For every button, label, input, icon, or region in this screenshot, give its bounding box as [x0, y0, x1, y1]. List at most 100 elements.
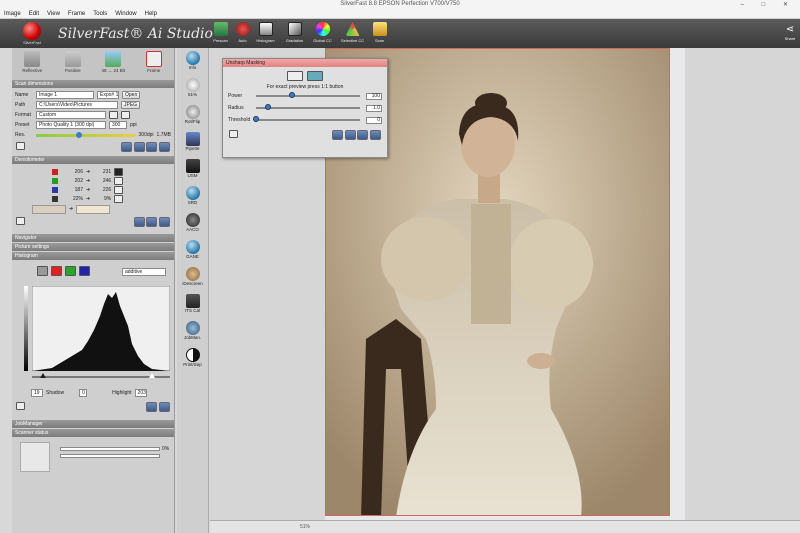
tool-info[interactable]: Info [177, 51, 208, 75]
highlight-field[interactable]: 203 [134, 389, 147, 397]
rotate-icon [185, 105, 200, 119]
menu-edit[interactable]: Edit [25, 9, 43, 17]
tool-idescreen[interactable]: iDescreen [177, 267, 208, 291]
histogram-graph[interactable] [32, 286, 170, 371]
gradation-button[interactable]: Gradation [283, 22, 306, 43]
resolution-slider[interactable] [36, 131, 136, 138]
threshold-value[interactable]: 0 [366, 116, 382, 124]
menu-image[interactable]: Image [0, 9, 25, 17]
channel-blue-button[interactable] [79, 266, 90, 276]
mode-frame[interactable]: Frame [137, 51, 171, 80]
dpi-field[interactable]: 300 [109, 121, 127, 129]
channel-buttons [37, 266, 90, 276]
threshold-slider[interactable] [253, 116, 360, 122]
share-button[interactable]: ⋖ Share [784, 24, 796, 41]
gane-icon [185, 240, 200, 254]
channel-red-button[interactable] [51, 266, 62, 276]
preview-split-button[interactable] [307, 71, 323, 81]
power-value[interactable]: 100 [366, 92, 382, 100]
expose-field[interactable]: Expo# 1 [97, 91, 119, 99]
selective-cc-button[interactable]: Selective CC [341, 22, 364, 43]
jobmanager-header[interactable]: JobManager [12, 420, 174, 428]
picture-settings-header[interactable]: Picture settings [12, 243, 174, 251]
tool-zoom[interactable]: 51% [177, 78, 208, 102]
name-field[interactable]: Image 1 [36, 91, 94, 99]
window-controls[interactable]: – □ ✕ [741, 1, 796, 8]
refresh-icon[interactable] [159, 142, 170, 152]
tool-gane[interactable]: GANE [177, 240, 208, 264]
reset-icon[interactable] [146, 142, 158, 152]
pipette-icon[interactable] [114, 185, 124, 194]
histogram-reset-icon[interactable] [159, 402, 170, 412]
menu-window[interactable]: Window [111, 9, 140, 17]
power-knob[interactable] [289, 92, 296, 98]
tool-printsep[interactable]: Print/Sep [177, 348, 208, 372]
scanner-status-header[interactable]: Scanner status [12, 429, 174, 437]
menu-frame[interactable]: Frame [64, 9, 89, 17]
preview-single-button[interactable] [287, 71, 303, 81]
usm-header[interactable]: Unsharp Masking [223, 59, 387, 67]
histogram-header[interactable]: Histogram [12, 252, 174, 260]
highlight-handle[interactable] [149, 373, 155, 378]
copy-icon[interactable] [120, 142, 132, 152]
tool-usm[interactable]: USM [177, 159, 208, 183]
channel-green-button[interactable] [65, 266, 76, 276]
tool-rotflip[interactable]: Rot/Flip [177, 105, 208, 129]
tool-srd[interactable]: SRD [177, 186, 208, 210]
auto-button[interactable]: Auto [231, 22, 254, 43]
format-select[interactable]: Custom [36, 111, 106, 119]
gear-icon[interactable] [133, 142, 145, 152]
shadow-handle[interactable] [40, 373, 46, 378]
usm-save-icon[interactable] [229, 130, 238, 138]
path-field[interactable]: C:\Users\Video\Pictures [36, 101, 118, 109]
usm-copy-icon[interactable] [331, 130, 343, 140]
usm-reset-icon[interactable] [370, 130, 381, 140]
power-slider[interactable] [256, 92, 360, 98]
prescan-button[interactable]: Prescan [209, 22, 232, 43]
scan-dimensions-header[interactable]: Scan dimensions [12, 80, 174, 88]
neutral-icon[interactable] [114, 194, 124, 203]
densitometer-reset-icon[interactable] [159, 217, 170, 227]
histogram-button[interactable]: Histogram [254, 22, 277, 43]
mode-reflective[interactable]: Reflective [15, 51, 49, 80]
tool-aaco[interactable]: AACO [177, 213, 208, 237]
menu-view[interactable]: View [43, 9, 64, 17]
densitometer-copy-icon[interactable] [133, 217, 145, 227]
radius-knob[interactable] [265, 104, 272, 110]
black-point-icon[interactable] [114, 167, 124, 176]
channel-rgb-button[interactable] [37, 266, 48, 276]
tool-pipette[interactable]: Pipette [177, 132, 208, 156]
histogram-copy-icon[interactable] [146, 402, 158, 412]
histogram-mode-select[interactable]: additive [122, 268, 166, 276]
radius-value[interactable]: 1.0 [366, 104, 382, 112]
lock-icon[interactable] [109, 111, 118, 119]
menu-tools[interactable]: Tools [89, 9, 111, 17]
histogram-input-slider[interactable] [32, 373, 170, 378]
radius-slider[interactable] [256, 104, 360, 110]
global-cc-button[interactable]: Global CC [311, 22, 334, 43]
mode-bit-depth[interactable]: 48 → 24 Bit [96, 51, 130, 80]
usm-print-icon[interactable] [344, 130, 356, 140]
save-icon[interactable] [16, 142, 25, 150]
histogram-save-icon[interactable] [16, 402, 25, 410]
densitometer-save-icon[interactable] [16, 217, 25, 225]
densitometer-gear-icon[interactable] [146, 217, 158, 227]
settings-icon[interactable] [121, 111, 130, 119]
open-button[interactable]: Open [122, 91, 141, 99]
navigator-header[interactable]: Navigator [12, 234, 174, 242]
tool-jobman[interactable]: JobMan. [177, 321, 208, 345]
brand-title: SilverFast® Ai Studio [58, 26, 213, 42]
file-format-button[interactable]: JPEG [121, 101, 141, 109]
white-point-icon[interactable] [114, 176, 124, 185]
menu-help[interactable]: Help [141, 9, 161, 17]
mid-field[interactable]: 0 [79, 389, 88, 397]
color-before-swatch [32, 204, 66, 214]
threshold-knob[interactable] [253, 116, 259, 122]
tool-its-cal[interactable]: ITS Cal [177, 294, 208, 318]
usm-gear-icon[interactable] [357, 130, 369, 140]
scan-button[interactable]: Scan [368, 22, 391, 43]
shadow-field[interactable]: 19 [31, 389, 43, 397]
densitometer-header[interactable]: Densitometer [12, 156, 174, 164]
mode-positive[interactable]: Positive [56, 51, 90, 80]
preset-select[interactable]: Photo Quality 1 (300 dpi) [36, 121, 106, 129]
